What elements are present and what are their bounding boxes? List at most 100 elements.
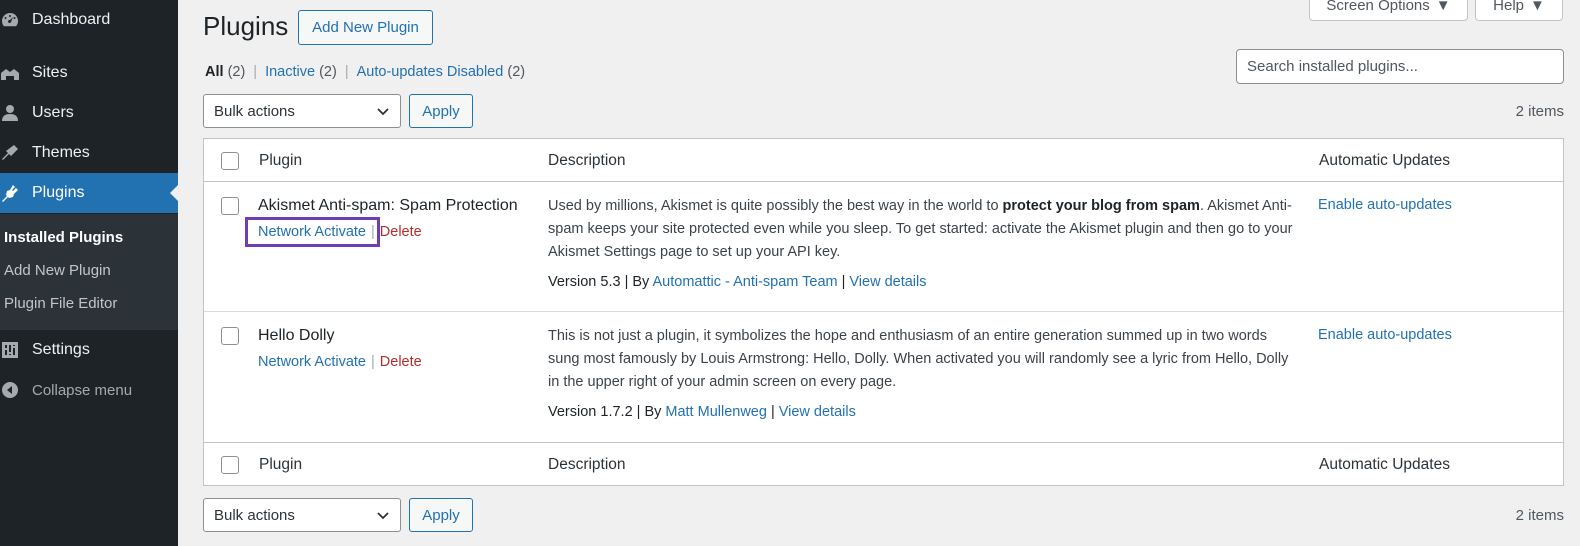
bulk-actions-select-top[interactable]: Bulk actions (203, 94, 401, 128)
page-title: Plugins (203, 11, 289, 41)
caret-down-icon: ▼ (1435, 0, 1451, 14)
view-details-link[interactable]: View details (779, 404, 856, 420)
filter-separator: | (253, 64, 258, 80)
author-link[interactable]: Matt Mullenweg (665, 404, 767, 420)
plugin-meta: Version 1.7.2 | By Matt Mullenweg | View det… (548, 404, 856, 420)
filter-all[interactable]: All (2) (205, 64, 245, 80)
bulk-actions-value: Bulk actions (214, 102, 295, 120)
screen-options-button[interactable]: Screen Options ▼ (1309, 0, 1468, 21)
search-plugins-input[interactable] (1236, 49, 1564, 84)
enable-auto-updates-link[interactable]: Enable auto-updates (1318, 197, 1452, 213)
plugin-description: Used by millions, Akismet is quite possi… (548, 195, 1296, 264)
highlight-box (245, 217, 380, 247)
view-details-link[interactable]: View details (849, 274, 926, 290)
by-label: By (632, 274, 650, 290)
menu-label: Themes (32, 144, 90, 161)
description-bold: protect your blog from spam (1002, 198, 1200, 214)
delete-link[interactable]: Delete (380, 224, 422, 240)
menu-label: Users (32, 104, 74, 121)
description-text: This is not just a plugin, it symbolizes… (548, 328, 1289, 390)
menu-item-sites[interactable]: Sites (0, 53, 178, 93)
menu-label: Settings (32, 341, 90, 358)
plugin-version: Version 1.7.2 (548, 404, 633, 420)
admin-sidebar: Dashboard Sites Users Themes Plugins Ins… (0, 0, 178, 546)
menu-label: Plugins (32, 184, 85, 201)
menu-label: Dashboard (32, 11, 111, 28)
dashboard-icon (0, 10, 32, 30)
status-filters: All (2) | Inactive (2) | Auto-updates Di… (205, 64, 525, 80)
select-all-checkbox-footer[interactable] (221, 456, 239, 474)
plugin-description: This is not just a plugin, it symbolizes… (548, 325, 1296, 394)
filter-all-label: All (205, 64, 224, 80)
plugins-icon (0, 183, 32, 203)
plugin-version: Version 5.3 (548, 274, 621, 290)
screen-options-label: Screen Options (1326, 0, 1430, 14)
meta-separator: | (636, 404, 641, 420)
caret-down-icon: ▼ (1530, 0, 1545, 14)
filter-inactive-label: Inactive (265, 64, 316, 80)
filter-autoupdates-label: Auto-updates Disabled (356, 64, 504, 80)
meta-separator: | (624, 274, 629, 290)
settings-icon (0, 340, 32, 360)
sites-icon (0, 63, 32, 83)
help-label: Help (1493, 0, 1524, 14)
submenu-add-new-plugin[interactable]: Add New Plugin (0, 257, 178, 290)
select-all-checkbox[interactable] (221, 152, 239, 170)
enable-auto-updates-link[interactable]: Enable auto-updates (1318, 327, 1452, 343)
column-header-auto-updates: Automatic Updates (1319, 152, 1450, 169)
meta-separator: | (841, 274, 846, 290)
collapse-menu-button[interactable]: Collapse menu (0, 370, 178, 410)
column-footer-description: Description (548, 456, 626, 473)
chevron-down-icon (377, 108, 389, 116)
bulk-actions-value: Bulk actions (214, 506, 295, 524)
filter-inactive[interactable]: Inactive (2) (265, 64, 337, 80)
description-text: Used by millions, Akismet is quite possi… (548, 198, 1003, 214)
action-separator: | (371, 354, 375, 370)
items-count-bottom: 2 items (1515, 507, 1564, 524)
submenu-installed-plugins[interactable]: Installed Plugins (0, 224, 178, 257)
menu-item-themes[interactable]: Themes (0, 133, 178, 173)
divider (204, 311, 1563, 312)
chevron-down-icon (377, 512, 389, 520)
column-header-plugin: Plugin (259, 152, 303, 169)
divider (204, 181, 1563, 182)
filter-all-count: (2) (227, 64, 246, 80)
by-label: By (644, 404, 662, 420)
column-footer-plugin: Plugin (259, 456, 303, 473)
plugin-name: Hello Dolly (258, 327, 335, 344)
help-button[interactable]: Help ▼ (1475, 0, 1563, 21)
divider (204, 442, 1563, 443)
menu-item-dashboard[interactable]: Dashboard (0, 0, 178, 40)
plugins-submenu: Installed Plugins Add New Plugin Plugin … (0, 214, 178, 330)
plugins-table: Plugin Description Automatic Updates Aki… (203, 138, 1564, 486)
column-footer-auto-updates: Automatic Updates (1319, 456, 1450, 473)
apply-button-top[interactable]: Apply (409, 94, 473, 128)
themes-icon (0, 143, 32, 163)
author-link[interactable]: Automattic - Anti-spam Team (653, 274, 838, 290)
filter-inactive-count: (2) (319, 64, 337, 80)
menu-item-settings[interactable]: Settings (0, 330, 178, 370)
users-icon (0, 103, 32, 123)
network-activate-link[interactable]: Network Activate (258, 354, 366, 370)
row-checkbox[interactable] (221, 197, 239, 215)
apply-button-bottom[interactable]: Apply (409, 498, 473, 532)
menu-label: Collapse menu (32, 381, 133, 399)
submenu-plugin-file-editor[interactable]: Plugin File Editor (0, 290, 178, 323)
filter-autoupdates-disabled[interactable]: Auto-updates Disabled (2) (357, 64, 525, 80)
filter-autoupdates-count: (2) (507, 64, 526, 80)
delete-link[interactable]: Delete (380, 354, 422, 370)
row-actions: Network Activate | Delete (258, 354, 422, 370)
row-checkbox[interactable] (221, 327, 239, 345)
filter-separator: | (344, 64, 349, 80)
column-header-description: Description (548, 152, 626, 169)
collapse-icon (0, 380, 32, 400)
bulk-actions-select-bottom[interactable]: Bulk actions (203, 498, 401, 532)
menu-item-plugins[interactable]: Plugins (0, 173, 178, 213)
plugin-meta: Version 5.3 | By Automattic - Anti-spam Te… (548, 274, 926, 290)
menu-label: Sites (32, 64, 68, 81)
meta-separator: | (770, 404, 775, 420)
add-new-plugin-button[interactable]: Add New Plugin (298, 10, 433, 45)
items-count-top: 2 items (1515, 103, 1564, 120)
menu-item-users[interactable]: Users (0, 93, 178, 133)
plugin-name: Akismet Anti-spam: Spam Protection (258, 197, 518, 214)
